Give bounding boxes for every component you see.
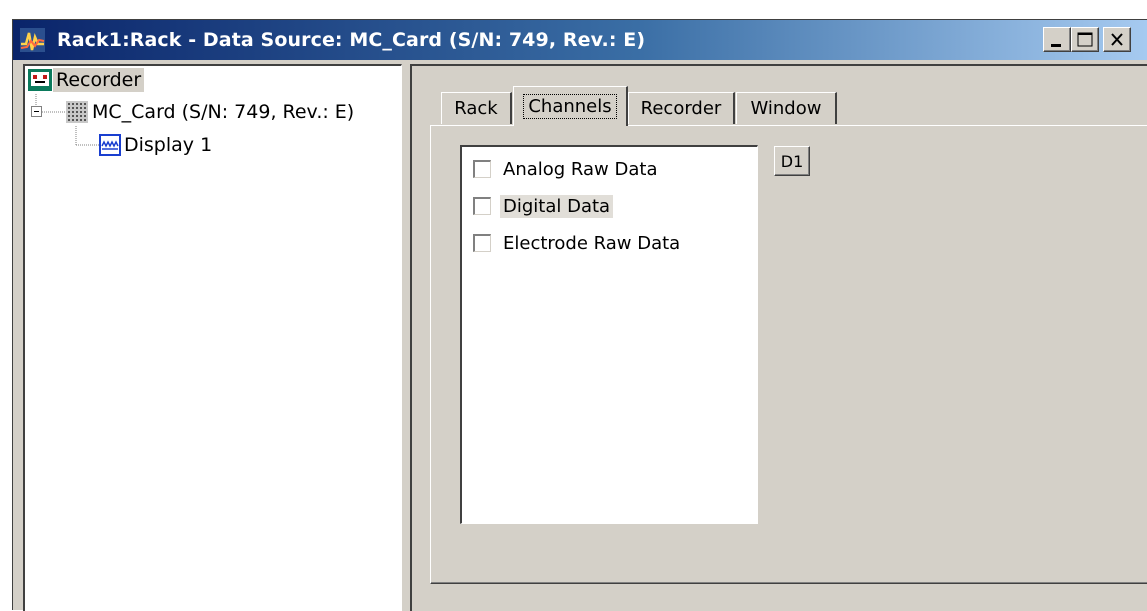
title-bar[interactable]: Rack1:Rack - Data Source: MC_Card (S/N: … <box>13 20 1147 60</box>
checkbox[interactable] <box>473 234 491 252</box>
channel-list[interactable]: Analog Raw Data Digital Data Electrode R… <box>460 145 758 524</box>
checkbox[interactable] <box>473 197 491 215</box>
tab-channels[interactable]: Channels <box>513 86 628 126</box>
close-button[interactable] <box>1103 27 1131 52</box>
window-title: Rack1:Rack - Data Source: MC_Card (S/N: … <box>57 29 646 51</box>
tree-item-label: Display 1 <box>124 134 213 156</box>
tree-item-label: MC_Card (S/N: 749, Rev.: E) <box>92 101 355 123</box>
tab-rack[interactable]: Rack <box>441 92 512 124</box>
channel-item-electrode-raw-data[interactable]: Electrode Raw Data <box>473 230 683 256</box>
app-window: Rack1:Rack - Data Source: MC_Card (S/N: … <box>12 19 1147 611</box>
channel-label: Electrode Raw Data <box>503 232 681 254</box>
tab-label: Channels <box>523 94 617 119</box>
maximize-icon <box>1077 32 1093 47</box>
checkbox[interactable] <box>473 160 491 178</box>
minimize-button[interactable] <box>1043 27 1071 52</box>
display-d1-button[interactable]: D1 <box>774 146 810 176</box>
channel-label: Analog Raw Data <box>503 158 658 180</box>
tab-recorder[interactable]: Recorder <box>628 92 735 124</box>
app-icon <box>18 26 48 54</box>
close-icon <box>1111 33 1123 46</box>
tree-item-display-1[interactable]: Display 1 <box>99 133 215 157</box>
tab-window[interactable]: Window <box>736 92 837 124</box>
channel-label: Digital Data <box>500 194 614 218</box>
channel-item-analog-raw-data[interactable]: Analog Raw Data <box>473 156 660 182</box>
tree-item-mc-card[interactable]: MC_Card (S/N: 749, Rev.: E) <box>65 100 357 124</box>
properties-pane: Rack Channels Recorder Window Analog Raw… <box>410 64 1147 611</box>
card-icon <box>66 101 88 123</box>
tree-view[interactable]: Recorder MC_Card (S/N: 749, Rev.: E) Dis… <box>23 64 402 611</box>
display-icon <box>99 134 121 156</box>
minimize-icon <box>1051 44 1061 47</box>
channels-tab-panel: Analog Raw Data Digital Data Electrode R… <box>430 125 1147 584</box>
maximize-button[interactable] <box>1071 27 1099 52</box>
pane-splitter[interactable] <box>402 64 410 611</box>
channel-item-digital-data[interactable]: Digital Data <box>473 193 614 219</box>
